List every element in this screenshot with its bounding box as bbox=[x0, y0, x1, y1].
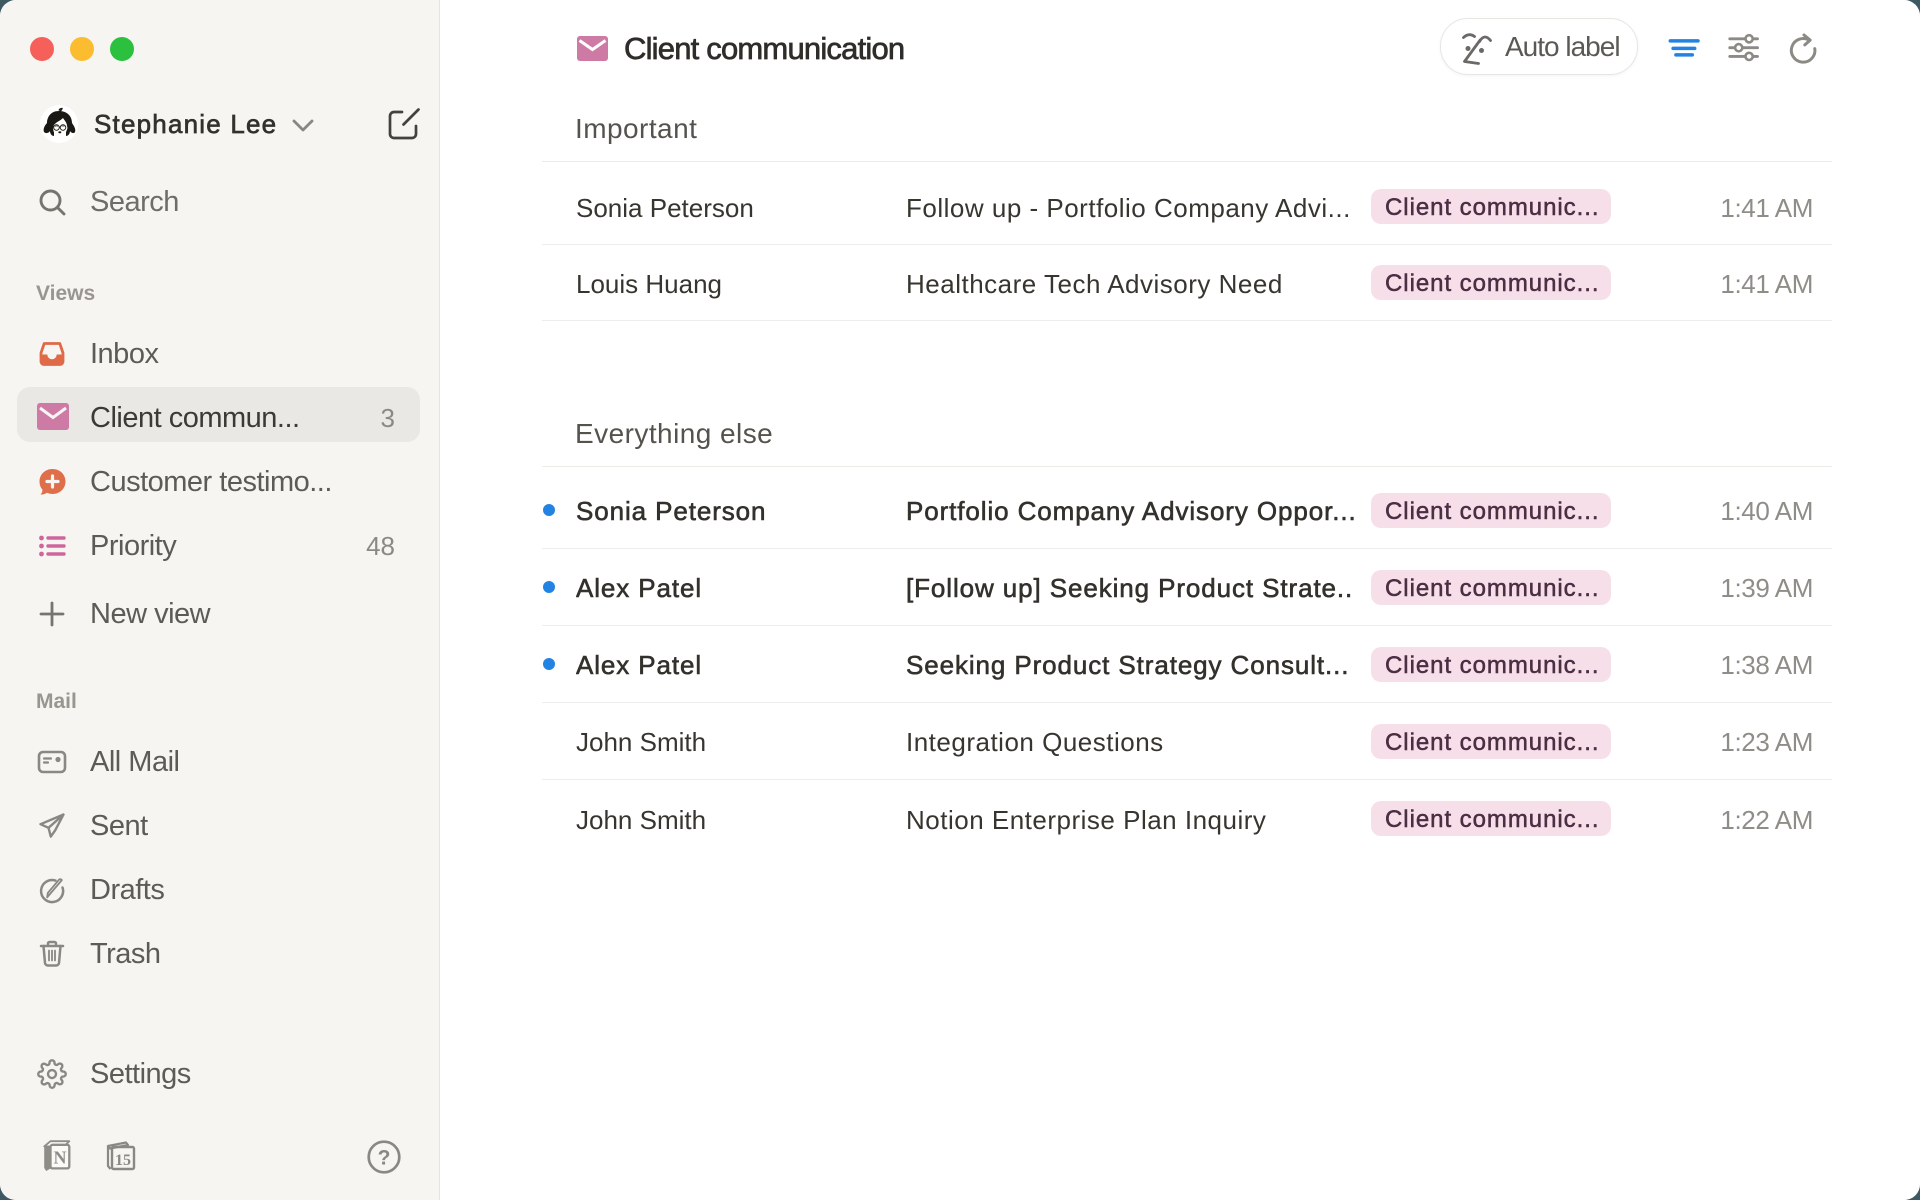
svg-text:N: N bbox=[54, 1148, 67, 1168]
svg-text:15: 15 bbox=[115, 1152, 131, 1169]
svg-text:?: ? bbox=[378, 1147, 391, 1170]
